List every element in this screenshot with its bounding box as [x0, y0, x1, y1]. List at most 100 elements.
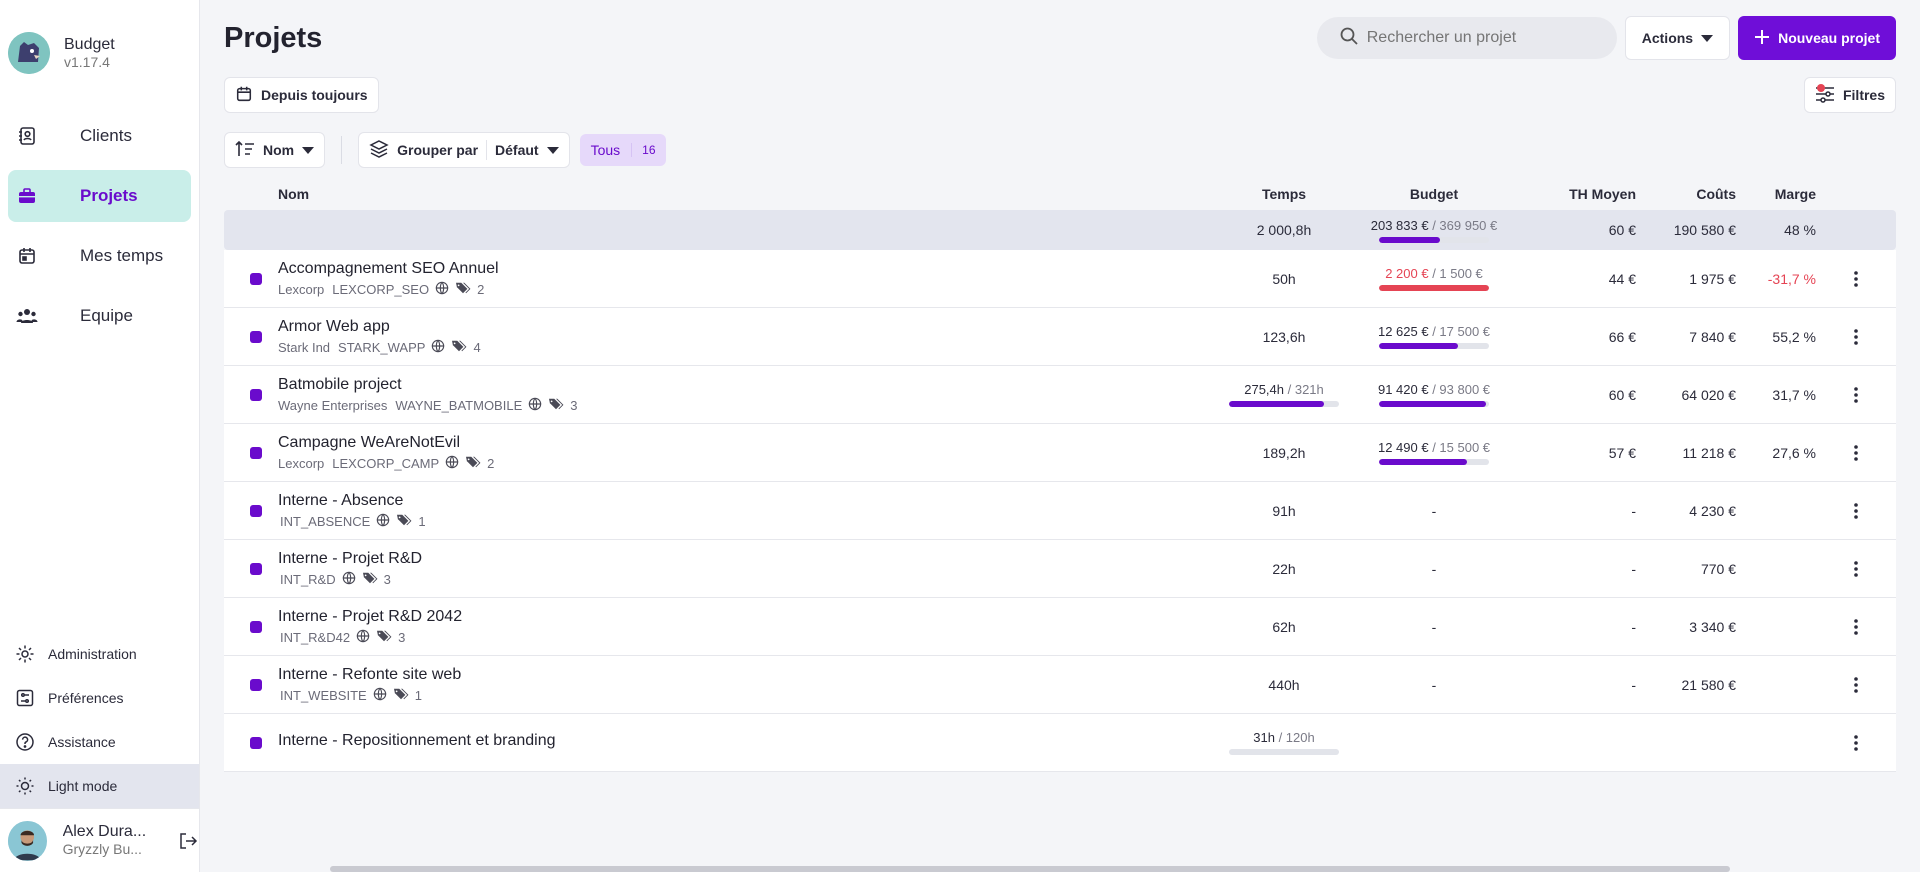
project-code: INT_ABSENCE — [280, 513, 371, 529]
project-marge: -31,7 % — [1767, 270, 1816, 287]
table-row[interactable]: Accompagnement SEO Annuel Lexcorp LEXCOR… — [224, 250, 1896, 308]
project-temps: 62h — [1272, 618, 1296, 635]
globe-icon — [373, 687, 387, 704]
group-by-selector[interactable]: Grouper par Défaut — [358, 132, 570, 168]
projects-table: Nom Temps Budget TH Moyen Coûts Marge 2 … — [224, 180, 1896, 772]
actions-button[interactable]: Actions — [1624, 16, 1731, 60]
nav-label-preferences: Préférences — [48, 690, 124, 706]
table-row[interactable]: Batmobile project Wayne Enterprises WAYN… — [224, 366, 1896, 424]
total-th: 60 € — [1608, 222, 1636, 238]
table-row[interactable]: Interne - Absence INT_ABSENCE 1 91h - - … — [224, 482, 1896, 540]
nav-label-assistance: Assistance — [48, 734, 116, 750]
project-client: Lexcorp — [278, 281, 325, 297]
all-filter-count: 16 — [631, 143, 665, 157]
project-budget: - — [1431, 502, 1437, 519]
project-temps: 50h — [1272, 270, 1296, 287]
nav-item-assistance[interactable]: Assistance — [0, 720, 199, 764]
budget-total: / 17 500 € — [1428, 324, 1491, 339]
row-menu-icon[interactable] — [1816, 270, 1896, 287]
col-header-budget[interactable]: Budget — [1344, 186, 1524, 202]
budget-bar-fill — [1379, 459, 1467, 465]
project-couts: 11 218 € — [1682, 444, 1736, 461]
user-profile[interactable]: Alex Dura... Gryzzly Bu... — [0, 808, 199, 872]
row-menu-icon[interactable] — [1816, 618, 1896, 635]
project-name[interactable]: Armor Web app — [278, 318, 481, 336]
project-budget: 91 420 € / 93 800 € — [1344, 382, 1524, 407]
tags-icon — [396, 513, 412, 530]
total-temps: 2 000,8h — [1256, 222, 1312, 238]
budget-total: / 1 500 € — [1428, 266, 1483, 281]
period-selector[interactable]: Depuis toujours — [224, 77, 379, 113]
user-org: Gryzzly Bu... — [62, 841, 142, 857]
project-tags-count: 3 — [570, 397, 578, 413]
light-mode-toggle[interactable]: Light mode — [0, 764, 199, 808]
row-menu-icon[interactable] — [1816, 328, 1896, 345]
project-name[interactable]: Interne - Projet R&D — [278, 550, 422, 568]
logout-icon[interactable] — [177, 830, 199, 852]
table-row[interactable]: Interne - Refonte site web INT_WEBSITE 1… — [224, 656, 1896, 714]
project-name[interactable]: Interne - Repositionnement et branding — [278, 732, 556, 750]
project-budget: - — [1431, 560, 1437, 577]
row-menu-icon[interactable] — [1816, 502, 1896, 519]
globe-icon — [435, 281, 449, 298]
col-header-name[interactable]: Nom — [224, 186, 1224, 202]
project-couts: 3 340 € — [1689, 618, 1736, 635]
project-name[interactable]: Interne - Projet R&D 2042 — [278, 608, 462, 626]
project-temps: 275,4h / 321h — [1224, 382, 1344, 407]
horizontal-scrollbar[interactable] — [330, 866, 1730, 872]
col-header-marge[interactable]: Marge — [1736, 186, 1816, 202]
project-color-swatch — [250, 620, 262, 633]
project-name[interactable]: Interne - Refonte site web — [278, 666, 461, 684]
nav-item-equipe[interactable]: Equipe — [8, 290, 191, 342]
tags-icon — [393, 687, 409, 704]
col-header-couts[interactable]: Coûts — [1636, 186, 1736, 202]
budget-bar — [1379, 285, 1489, 291]
project-temps: 440h — [1268, 676, 1300, 693]
calendar-icon — [16, 245, 38, 267]
new-project-button[interactable]: Nouveau projet — [1738, 16, 1896, 60]
row-menu-icon[interactable] — [1816, 560, 1896, 577]
table-row[interactable]: Campagne WeAreNotEvil Lexcorp LEXCORP_CA… — [224, 424, 1896, 482]
row-menu-icon[interactable] — [1816, 444, 1896, 461]
sort-selector[interactable]: Nom — [224, 132, 326, 168]
project-name[interactable]: Batmobile project — [278, 376, 577, 394]
project-name[interactable]: Campagne WeAreNotEvil — [278, 434, 494, 452]
main-content: Projets Actions Nouveau projet De — [200, 0, 1920, 872]
nav-item-projets[interactable]: Projets — [8, 170, 191, 222]
filters-button[interactable]: Filtres — [1803, 77, 1896, 113]
all-filter-tab[interactable]: Tous 16 — [579, 134, 666, 166]
project-temps: 189,2h — [1262, 444, 1306, 461]
project-code: STARK_WAPP — [338, 339, 426, 355]
row-menu-icon[interactable] — [1816, 386, 1896, 403]
sun-icon — [14, 775, 36, 797]
table-row[interactable]: Interne - Repositionnement et branding 3… — [224, 714, 1896, 772]
table-row[interactable]: Interne - Projet R&D 2042 INT_R&D42 3 62… — [224, 598, 1896, 656]
temps-bar — [1229, 401, 1339, 407]
table-row[interactable]: Armor Web app Stark Ind STARK_WAPP 4 123… — [224, 308, 1896, 366]
project-th: 44 € — [1608, 270, 1636, 287]
table-row[interactable]: Interne - Projet R&D INT_R&D 3 22h - - 7… — [224, 540, 1896, 598]
project-th: - — [1631, 618, 1636, 635]
search-bar[interactable] — [1316, 17, 1617, 59]
col-header-th[interactable]: TH Moyen — [1524, 186, 1636, 202]
nav-item-mes-temps[interactable]: Mes temps — [8, 230, 191, 282]
project-name[interactable]: Interne - Absence — [278, 492, 426, 510]
nav-item-preferences[interactable]: Préférences — [0, 676, 199, 720]
project-th: - — [1631, 502, 1636, 519]
nav-label-projets: Projets — [80, 186, 138, 205]
group-by-label: Grouper par — [397, 142, 479, 158]
project-name[interactable]: Accompagnement SEO Annuel — [278, 260, 499, 278]
temps-total: / 120h — [1274, 730, 1315, 745]
project-color-swatch — [250, 388, 262, 401]
table-body: Accompagnement SEO Annuel Lexcorp LEXCOR… — [224, 250, 1896, 772]
project-budget: 2 200 € / 1 500 € — [1344, 266, 1524, 291]
nav-item-administration[interactable]: Administration — [0, 632, 199, 676]
project-color-swatch — [250, 446, 262, 459]
col-header-temps[interactable]: Temps — [1224, 186, 1344, 202]
search-input[interactable] — [1366, 29, 1587, 47]
project-budget: 12 490 € / 15 500 € — [1344, 440, 1524, 465]
row-menu-icon[interactable] — [1816, 676, 1896, 693]
nav-item-clients[interactable]: Clients — [8, 110, 191, 162]
row-menu-icon[interactable] — [1816, 734, 1896, 751]
project-color-swatch — [250, 562, 262, 575]
